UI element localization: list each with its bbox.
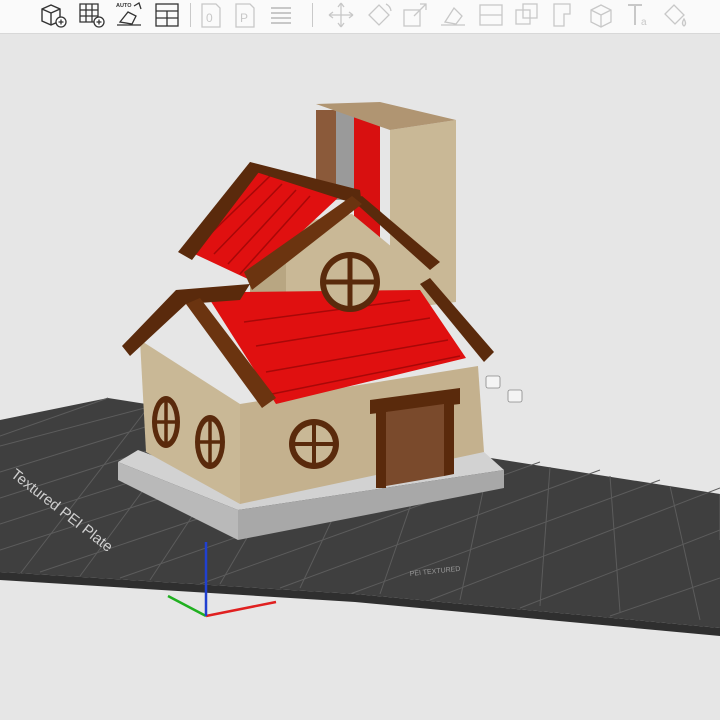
x-axis [205, 600, 277, 618]
arrange-button[interactable] [76, 0, 106, 30]
move-icon [328, 2, 354, 28]
add-shape-button[interactable] [38, 0, 68, 30]
svg-text:P: P [240, 11, 248, 25]
color-paint-button[interactable] [660, 0, 690, 30]
auto-orient-button[interactable]: AUTO [114, 0, 144, 30]
front-door [370, 388, 460, 488]
support-paint-icon [553, 3, 571, 27]
boolean-button[interactable] [512, 0, 542, 30]
boolean-icon [515, 3, 538, 25]
scene-canvas[interactable]: Textured PEI Plate PEI TEXTURED [0, 34, 720, 720]
layout-button[interactable] [152, 0, 182, 30]
object-0-button[interactable]: 0 [196, 0, 226, 30]
upper-round-window [320, 252, 380, 312]
auto-label: AUTO [116, 3, 132, 9]
lay-on-face-icon [441, 6, 465, 26]
color-paint-icon [664, 4, 687, 27]
side-window-1 [152, 396, 180, 448]
add-shape-icon [41, 4, 67, 28]
front-round-window [289, 419, 339, 469]
main-toolbar: AUTO 0 P a [0, 0, 720, 34]
object-p-button[interactable]: P [230, 0, 260, 30]
scale-button[interactable] [400, 0, 430, 30]
auto-orient-icon: AUTO [116, 2, 142, 26]
lay-on-face-button[interactable] [438, 0, 468, 30]
seam-paint-icon [590, 4, 612, 28]
plate-settings-icon[interactable] [507, 389, 523, 403]
support-paint-button[interactable] [550, 0, 580, 30]
cut-icon [479, 4, 503, 26]
text-tool-icon: a [628, 4, 647, 28]
move-button[interactable] [326, 0, 356, 30]
scale-icon [403, 3, 427, 27]
plate-lock-icon[interactable] [485, 375, 501, 389]
arrange-grid-icon [79, 3, 105, 28]
y-axis [167, 594, 207, 618]
toolbar-separator [190, 3, 191, 27]
rotate-button[interactable] [364, 0, 394, 30]
object-p-icon: P [235, 3, 255, 28]
svg-text:0: 0 [206, 11, 213, 25]
house-model[interactable] [118, 102, 504, 540]
3d-viewport[interactable]: Textured PEI Plate PEI TEXTURED [0, 34, 720, 720]
toolbar-separator [312, 3, 313, 27]
svg-text:a: a [641, 17, 647, 28]
layers-icon [271, 7, 291, 24]
layout-panels-icon [155, 3, 179, 27]
seam-paint-button[interactable] [586, 0, 616, 30]
text-tool-button[interactable]: a [624, 0, 654, 30]
plate-settings-icons[interactable] [485, 375, 523, 403]
rotate-icon [368, 3, 392, 26]
layers-button[interactable] [266, 0, 296, 30]
side-window-2 [195, 415, 225, 469]
cut-button[interactable] [476, 0, 506, 30]
object-0-icon: 0 [201, 3, 221, 28]
